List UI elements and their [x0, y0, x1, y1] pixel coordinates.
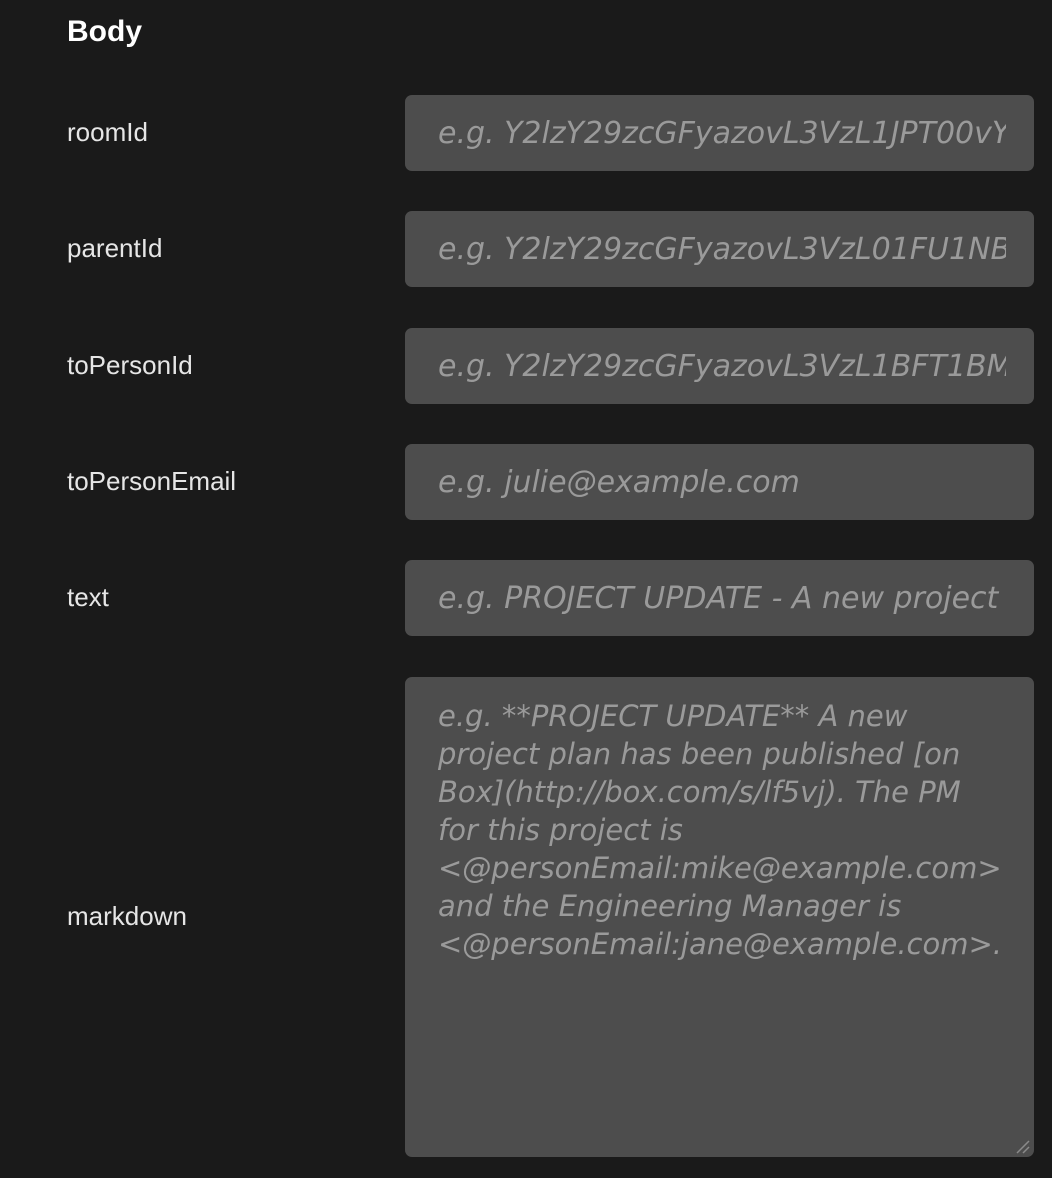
field-label-parentid: parentId [67, 233, 163, 263]
resize-handle-icon[interactable] [1014, 1138, 1030, 1154]
field-label-text: text [67, 582, 109, 612]
field-label-topersonid: toPersonId [67, 350, 193, 380]
section-title-body: Body [67, 15, 142, 48]
field-label-roomid: roomId [67, 117, 148, 147]
parentid-input[interactable] [405, 211, 1034, 287]
text-input[interactable] [405, 560, 1034, 636]
field-label-markdown: markdown [67, 901, 187, 931]
field-label-topersonemail: toPersonEmail [67, 466, 237, 496]
markdown-textarea[interactable] [405, 677, 1034, 1157]
topersonemail-input[interactable] [405, 444, 1034, 520]
roomid-input[interactable] [405, 95, 1034, 171]
topersonid-input[interactable] [405, 328, 1034, 404]
